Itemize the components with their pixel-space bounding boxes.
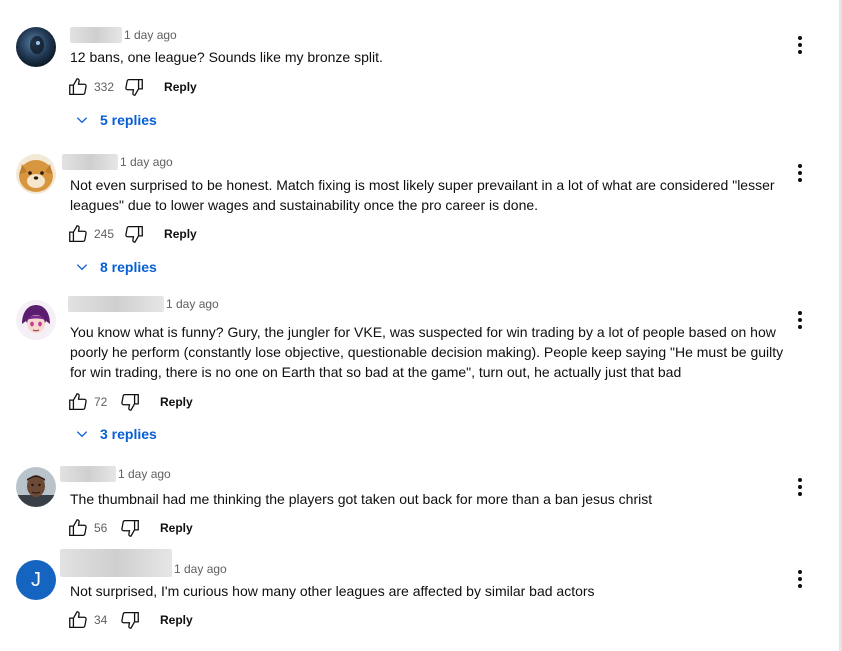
comment-5: J 1 day ago Not surprised, I'm curious h… xyxy=(0,549,842,639)
like-count: 72 xyxy=(94,395,108,409)
comment-header: 1 day ago xyxy=(60,549,227,577)
avatar[interactable] xyxy=(16,27,56,67)
comment-header: 1 day ago xyxy=(60,466,171,482)
like-icon xyxy=(69,393,87,410)
author-name-redacted[interactable] xyxy=(62,154,118,170)
dislike-button[interactable] xyxy=(122,75,146,99)
comment-actions: 34 Reply xyxy=(66,608,193,632)
reply-button[interactable]: Reply xyxy=(160,613,193,627)
view-replies-button[interactable]: 3 replies xyxy=(72,422,157,446)
dislike-button[interactable] xyxy=(122,222,146,246)
comment-text: Not even surprised to be honest. Match f… xyxy=(70,177,775,213)
view-replies-button[interactable]: 5 replies xyxy=(72,108,157,132)
more-vert-icon xyxy=(798,310,802,331)
author-name-redacted[interactable] xyxy=(60,549,172,577)
chevron-down-icon xyxy=(72,110,92,130)
like-button[interactable] xyxy=(66,608,90,632)
more-vert-icon xyxy=(798,477,802,498)
dislike-button[interactable] xyxy=(118,608,142,632)
dislike-icon xyxy=(125,226,143,243)
chevron-down-icon xyxy=(72,424,92,444)
like-button[interactable] xyxy=(66,75,90,99)
avatar[interactable] xyxy=(16,467,56,507)
like-button[interactable] xyxy=(66,516,90,540)
replies-label: 3 replies xyxy=(100,426,157,442)
reply-button[interactable]: Reply xyxy=(160,521,193,535)
like-button[interactable] xyxy=(66,222,90,246)
comment-menu-button[interactable] xyxy=(788,475,812,499)
more-vert-icon xyxy=(798,569,802,590)
avatar[interactable] xyxy=(16,300,56,340)
comment-text: Not surprised, I'm curious how many othe… xyxy=(70,583,595,599)
comment-time[interactable]: 1 day ago xyxy=(118,467,171,481)
author-name-redacted[interactable] xyxy=(70,27,122,43)
comment-time[interactable]: 1 day ago xyxy=(174,562,227,576)
comment-actions: 245 Reply xyxy=(66,222,197,246)
more-vert-icon xyxy=(798,163,802,184)
like-count: 245 xyxy=(94,227,115,241)
comment-actions: 72 Reply xyxy=(66,390,193,414)
comment-1: 1 day ago 12 bans, one league? Sounds li… xyxy=(0,27,842,137)
like-icon xyxy=(69,78,87,95)
chevron-down-icon xyxy=(72,257,92,277)
dislike-button[interactable] xyxy=(118,390,142,414)
like-icon xyxy=(69,225,87,242)
comment-menu-button[interactable] xyxy=(788,567,812,591)
author-name-redacted[interactable] xyxy=(68,296,164,312)
replies-label: 8 replies xyxy=(100,259,157,275)
dislike-button[interactable] xyxy=(118,516,142,540)
reply-button[interactable]: Reply xyxy=(164,227,197,241)
more-vert-icon xyxy=(798,35,802,56)
comment-text: The thumbnail had me thinking the player… xyxy=(70,491,653,507)
reply-button[interactable]: Reply xyxy=(164,80,197,94)
comment-3: 1 day ago You know what is funny? Gury, … xyxy=(0,296,842,451)
comment-menu-button[interactable] xyxy=(788,161,812,185)
comment-time[interactable]: 1 day ago xyxy=(166,297,219,311)
avatar[interactable]: J xyxy=(16,560,56,600)
comment-time[interactable]: 1 day ago xyxy=(120,155,173,169)
comment-text: You know what is funny? Gury, the jungle… xyxy=(70,324,784,380)
dislike-icon xyxy=(121,394,139,411)
avatar[interactable] xyxy=(16,154,56,194)
comment-4: 1 day ago The thumbnail had me thinking … xyxy=(0,466,842,546)
comment-text: 12 bans, one league? Sounds like my bron… xyxy=(70,49,383,65)
comment-actions: 56 Reply xyxy=(66,516,193,540)
replies-label: 5 replies xyxy=(100,112,157,128)
comment-menu-button[interactable] xyxy=(788,33,812,57)
like-button[interactable] xyxy=(66,390,90,414)
avatar-letter: J xyxy=(31,568,41,591)
comment-menu-button[interactable] xyxy=(788,308,812,332)
like-icon xyxy=(69,611,87,628)
dislike-icon xyxy=(121,520,139,537)
dislike-icon xyxy=(121,612,139,629)
reply-button[interactable]: Reply xyxy=(160,395,193,409)
comment-2: 1 day ago Not even surprised to be hones… xyxy=(0,154,842,284)
comment-header: 1 day ago xyxy=(62,154,173,170)
dislike-icon xyxy=(125,79,143,96)
like-count: 34 xyxy=(94,613,108,627)
comment-actions: 332 Reply xyxy=(66,75,197,99)
like-count: 332 xyxy=(94,80,115,94)
comment-time[interactable]: 1 day ago xyxy=(124,28,177,42)
like-icon xyxy=(69,519,87,536)
author-name-redacted[interactable] xyxy=(60,466,116,482)
like-count: 56 xyxy=(94,521,108,535)
comment-header: 1 day ago xyxy=(68,296,219,312)
view-replies-button[interactable]: 8 replies xyxy=(72,255,157,279)
comment-header: 1 day ago xyxy=(70,27,177,43)
